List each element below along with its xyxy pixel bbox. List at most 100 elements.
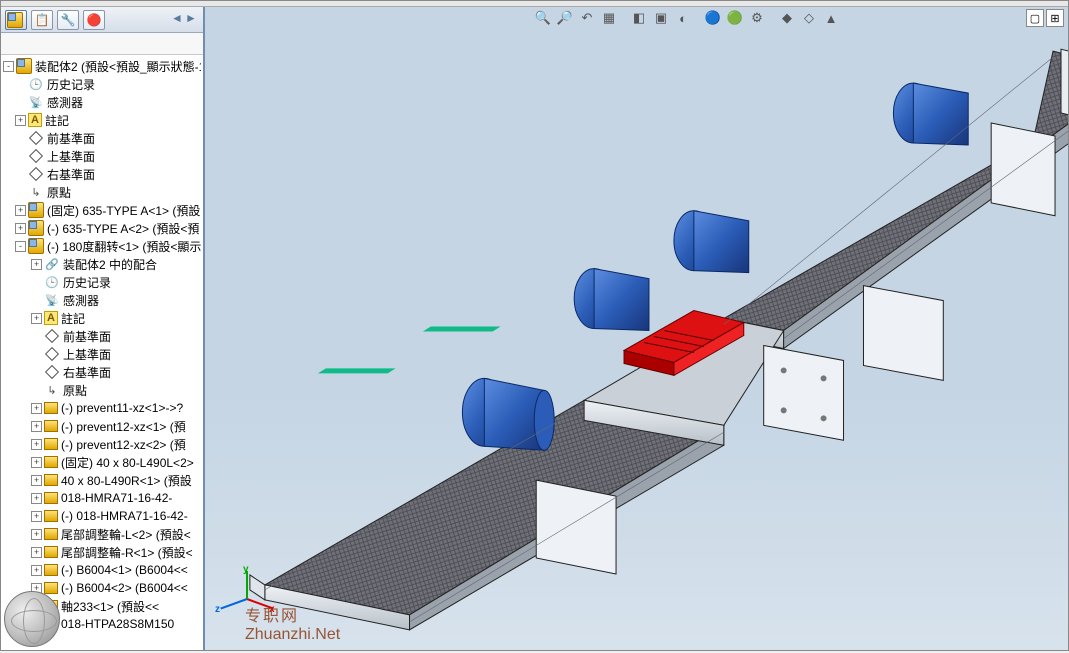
tab-display-mgr[interactable]: 🔴 — [83, 10, 105, 30]
tree-label: 前基準面 — [47, 130, 95, 147]
assembly-icon — [28, 220, 44, 236]
watermark-en: Zhuanzhi.Net — [245, 626, 340, 643]
expand-toggle[interactable]: + — [15, 223, 26, 234]
tree-node[interactable]: 前基準面 — [1, 129, 203, 147]
expand-toggle[interactable]: + — [31, 313, 42, 324]
part-icon — [44, 564, 58, 576]
expand-toggle[interactable]: + — [31, 493, 42, 504]
expand-toggle[interactable]: + — [31, 259, 42, 270]
expand-toggle[interactable]: + — [31, 547, 42, 558]
tree-label: (-) prevent11-xz<1>->? — [61, 401, 183, 415]
assembly-icon — [7, 12, 23, 28]
tree-node[interactable]: 🕒历史记录 — [1, 75, 203, 93]
expand-toggle[interactable]: - — [15, 241, 26, 252]
viewport-single-icon[interactable]: ▢ — [1026, 9, 1044, 27]
expand-toggle[interactable]: + — [31, 421, 42, 432]
tree-node[interactable]: 上基準面 — [1, 345, 203, 363]
tree-node[interactable]: 上基準面 — [1, 147, 203, 165]
tree-label: (固定) 635-TYPE A<1> (預設 — [47, 202, 200, 219]
tree-node[interactable]: +(固定) 40 x 80-L490L<2> — [1, 453, 203, 471]
tool-a-icon[interactable]: ◆ — [777, 8, 797, 28]
axis-y — [246, 571, 248, 599]
apply-scene-icon[interactable]: 🟢 — [725, 8, 745, 28]
tree-label: (-) 180度翻转<1> (預設<顯示 — [47, 238, 201, 255]
tree-node[interactable]: 前基準面 — [1, 327, 203, 345]
sensor-icon: 📡 — [28, 94, 44, 110]
tree-label: 装配体2 (預設<預設_顯示狀態-1 — [35, 58, 201, 75]
tree-filter[interactable] — [1, 33, 203, 55]
tree-node[interactable]: + (固定) 635-TYPE A<1> (預設 — [1, 201, 203, 219]
expand-toggle[interactable]: + — [31, 529, 42, 540]
tree-node[interactable]: ↳原點 — [1, 183, 203, 201]
tool-b-icon[interactable]: ◇ — [799, 8, 819, 28]
tree-node[interactable]: +(-) 635-TYPE A<2> (預設<預 — [1, 219, 203, 237]
expand-toggle[interactable]: + — [15, 115, 26, 126]
part-icon — [44, 402, 58, 414]
part-icon — [44, 438, 58, 450]
tree-label: 前基準面 — [63, 328, 111, 345]
view-settings-icon[interactable]: ⚙ — [747, 8, 767, 28]
tab-config-mgr[interactable]: 🔧 — [57, 10, 79, 30]
tree-node[interactable]: ↳原點 — [1, 381, 203, 399]
tab-feature-tree[interactable] — [5, 10, 27, 30]
tree-node[interactable]: - (-) 180度翻转<1> (預設<顯示 — [1, 237, 203, 255]
tree-node[interactable]: + (-) prevent11-xz<1>->? — [1, 399, 203, 417]
expand-toggle[interactable]: + — [31, 403, 42, 414]
tree-node[interactable]: +(-) prevent12-xz<2> (預 — [1, 435, 203, 453]
graphics-area[interactable]: 🔍 🔎 ↶ ▦ ◧ ▣ ◐ 🔵 🟢 ⚙ ◆ ◇ ▲ ▢ ⊞ — [205, 7, 1068, 650]
app-window: 📋 🔧 🔴 ◄ ► -装配体2 (預設<預設_顯示狀態-1🕒历史记录📡感測器+A… — [0, 0, 1069, 651]
feature-tree[interactable]: -装配体2 (預設<預設_顯示狀態-1🕒历史记录📡感測器+A註記前基準面上基準面… — [1, 55, 203, 650]
tree-node[interactable]: +(-) 018-HMRA71-16-42- — [1, 507, 203, 525]
tree-node[interactable]: 📡感測器 — [1, 291, 203, 309]
expand-toggle[interactable]: + — [31, 565, 42, 576]
tree-node[interactable]: +(-) B6004<1> (B6004<< — [1, 561, 203, 579]
expand-toggle[interactable]: + — [31, 511, 42, 522]
panel-next[interactable]: ► — [185, 11, 199, 29]
tool-c-icon[interactable]: ▲ — [821, 8, 841, 28]
tab-property-mgr[interactable]: 📋 — [31, 10, 53, 30]
plane-icon — [28, 148, 44, 164]
tree-node[interactable]: - 装配体2 (預設<預設_顯示狀態-1 — [1, 57, 203, 75]
tree-node[interactable]: 右基準面 — [1, 363, 203, 381]
tree-node[interactable]: +A註記 — [1, 309, 203, 327]
tree-node[interactable]: +A註記 — [1, 111, 203, 129]
part-icon — [44, 528, 58, 540]
tree-node[interactable]: 🕒历史记录 — [1, 273, 203, 291]
tree-node[interactable]: +(-) prevent12-xz<1> (預 — [1, 417, 203, 435]
tree-node[interactable]: 📡感測器 — [1, 93, 203, 111]
part-icon — [44, 546, 58, 558]
tree-label: 历史记录 — [63, 274, 111, 291]
panel-prev[interactable]: ◄ — [171, 11, 185, 29]
tree-node[interactable]: +018-HMRA71-16-42- — [1, 489, 203, 507]
expand-toggle[interactable]: + — [31, 439, 42, 450]
viewport-multi-icon[interactable]: ⊞ — [1046, 9, 1064, 27]
tree-label: 上基準面 — [63, 346, 111, 363]
view-orient-icon[interactable]: ◧ — [629, 8, 649, 28]
part-icon — [44, 582, 58, 594]
prev-view-icon[interactable]: ↶ — [577, 8, 597, 28]
hide-show-icon[interactable]: ◐ — [673, 8, 693, 28]
display-style-icon[interactable]: ▣ — [651, 8, 671, 28]
tree-node[interactable]: +🔗装配体2 中的配合 — [1, 255, 203, 273]
tree-node[interactable]: +40 x 80-L490R<1> (預設 — [1, 471, 203, 489]
tree-label: 註記 — [61, 310, 85, 327]
expand-toggle[interactable]: + — [31, 475, 42, 486]
cad-model-canvas — [205, 31, 1068, 650]
tree-label: 018-HMRA71-16-42- — [61, 491, 172, 505]
zoom-fit-icon[interactable]: 🔍 — [533, 8, 553, 28]
tree-node[interactable]: +尾部調整輪-R<1> (預設< — [1, 543, 203, 561]
section-view-icon[interactable]: ▦ — [599, 8, 619, 28]
origin-icon: ↳ — [28, 184, 44, 200]
tree-node[interactable]: 右基準面 — [1, 165, 203, 183]
zoom-area-icon[interactable]: 🔎 — [555, 8, 575, 28]
edit-appearance-icon[interactable]: 🔵 — [703, 8, 723, 28]
expand-toggle[interactable]: + — [15, 205, 26, 216]
plane-icon — [44, 346, 60, 362]
expand-toggle[interactable]: - — [3, 61, 14, 72]
motor-4 — [893, 83, 968, 145]
tree-label: 感測器 — [63, 292, 99, 309]
expand-toggle[interactable]: + — [31, 457, 42, 468]
assembly-icon — [28, 238, 44, 254]
tree-node[interactable]: +尾部調整輪-L<2> (預設< — [1, 525, 203, 543]
view-sphere[interactable] — [4, 591, 60, 647]
